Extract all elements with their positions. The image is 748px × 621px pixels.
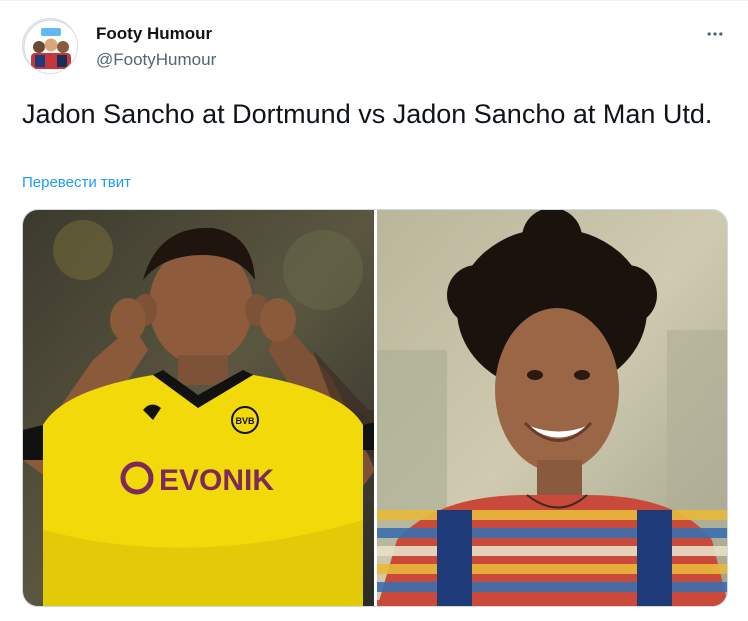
translate-tweet-link[interactable]: Перевести твит xyxy=(22,174,131,191)
actress-photo xyxy=(376,210,727,606)
more-horizontal-icon xyxy=(707,32,723,36)
tweet-media[interactable]: BVB EVONIK xyxy=(22,209,728,607)
shirt-badge-text: BVB xyxy=(235,416,255,426)
tweet-text: Jadon Sancho at Dortmund vs Jadon Sancho… xyxy=(22,99,713,129)
avatar-image xyxy=(23,19,77,73)
shirt-sponsor-text: EVONIK xyxy=(159,464,274,497)
media-photo-left[interactable]: BVB EVONIK xyxy=(23,210,374,606)
tweet-card: Footy Humour @FootyHumour Jadon Sancho a… xyxy=(0,0,748,621)
author-display-name[interactable]: Footy Humour xyxy=(96,23,216,45)
author-handle[interactable]: @FootyHumour xyxy=(96,49,216,71)
author-avatar[interactable] xyxy=(22,18,78,74)
footballer-photo: BVB EVONIK xyxy=(23,210,374,606)
media-photo-right[interactable] xyxy=(376,210,727,606)
author-block: Footy Humour @FootyHumour xyxy=(96,23,216,71)
striped-top xyxy=(376,494,727,606)
more-options-button[interactable] xyxy=(704,23,726,45)
